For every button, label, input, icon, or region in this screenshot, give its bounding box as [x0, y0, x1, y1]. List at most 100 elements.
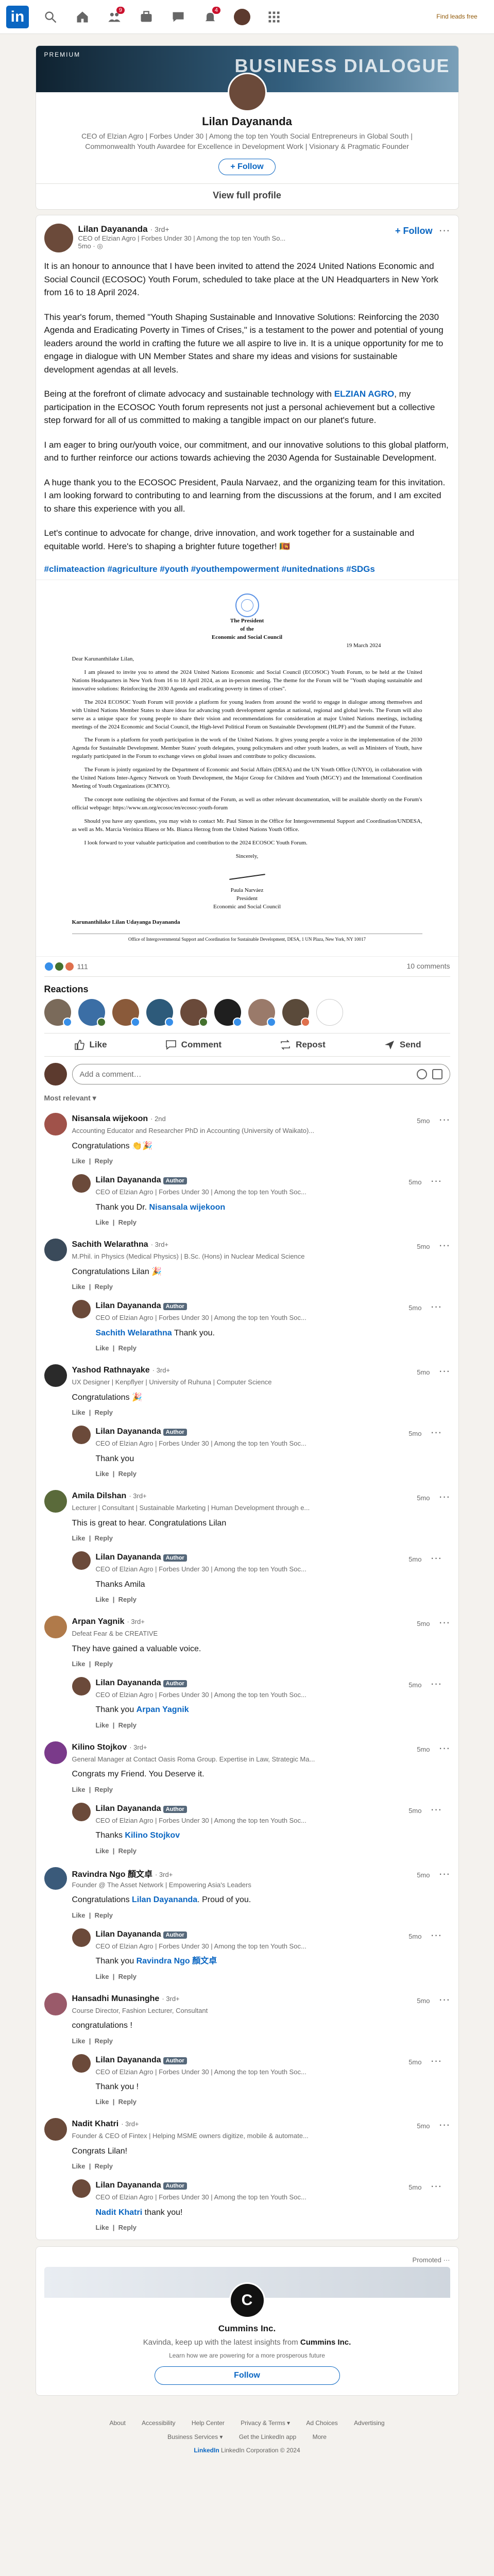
footer-link[interactable]: More [313, 2433, 327, 2441]
replier-name[interactable]: Lilan Dayananda [96, 2181, 161, 2190]
reply-like-button[interactable]: Like [96, 2098, 109, 2106]
comment-like-button[interactable]: Like [72, 1911, 86, 1919]
comment-reply-button[interactable]: Reply [95, 1283, 113, 1291]
post-follow-button[interactable]: + Follow [395, 226, 433, 236]
commenter-avatar[interactable] [44, 1113, 67, 1136]
profile-name[interactable]: Lilan Dayananda [36, 115, 458, 128]
jobs-icon[interactable] [136, 7, 157, 27]
mention-link[interactable]: Ravindra Ngo 顏文卓 [137, 1957, 217, 1965]
reply-reply-button[interactable]: Reply [118, 2098, 137, 2106]
reply-more-icon[interactable]: ··· [431, 1426, 442, 1438]
reply-more-icon[interactable]: ··· [431, 1928, 442, 1941]
commenter-avatar[interactable] [44, 2118, 67, 2141]
comment-like-button[interactable]: Like [72, 1534, 86, 1542]
promoted-label[interactable]: Promoted ··· [36, 2256, 458, 2264]
comment-reply-button[interactable]: Reply [95, 1660, 113, 1668]
reply-more-icon[interactable]: ··· [431, 1677, 442, 1690]
comment-more-icon[interactable]: ··· [439, 1490, 450, 1503]
replier-name[interactable]: Lilan Dayananda [96, 1553, 161, 1562]
reactor-avatar[interactable] [44, 999, 72, 1027]
reply-like-button[interactable]: Like [96, 2224, 109, 2231]
repost-button[interactable]: Repost [279, 1039, 326, 1051]
replier-avatar[interactable] [72, 1928, 91, 1947]
reactor-avatar[interactable] [112, 999, 140, 1027]
reactor-avatar[interactable] [180, 999, 208, 1027]
comment-button[interactable]: Comment [165, 1039, 222, 1051]
commenter-name[interactable]: Yashod Rathnayake [72, 1366, 150, 1375]
replier-avatar[interactable] [72, 1174, 91, 1193]
reply-like-button[interactable]: Like [96, 1973, 109, 1980]
find-leads-link[interactable]: Find leads free [426, 13, 488, 20]
mention-link[interactable]: Nadit Khatri [96, 2208, 143, 2217]
comment-more-icon[interactable]: ··· [439, 2118, 450, 2131]
comment-like-button[interactable]: Like [72, 1409, 86, 1416]
commenter-name[interactable]: Nadit Khatri [72, 2120, 119, 2128]
replier-name[interactable]: Lilan Dayananda [96, 1930, 161, 1939]
reply-reply-button[interactable]: Reply [118, 1218, 137, 1226]
footer-link[interactable]: Advertising [354, 2419, 384, 2427]
footer-link[interactable]: Business Services ▾ [167, 2433, 223, 2441]
commenter-avatar[interactable] [44, 1867, 67, 1890]
reply-reply-button[interactable]: Reply [118, 1973, 137, 1980]
comment-like-button[interactable]: Like [72, 1283, 86, 1291]
footer-link[interactable]: Help Center [192, 2419, 225, 2427]
comment-count[interactable]: 10 comments [406, 962, 450, 971]
invitation-letter-image[interactable]: The President of the Economic and Social… [36, 580, 458, 957]
commenter-name[interactable]: Arpan Yagnik [72, 1617, 125, 1626]
comment-reply-button[interactable]: Reply [95, 1409, 113, 1416]
reply-more-icon[interactable]: ··· [431, 1300, 442, 1313]
reply-like-button[interactable]: Like [96, 1596, 109, 1603]
reactor-avatar[interactable] [214, 999, 242, 1027]
comment-like-button[interactable]: Like [72, 1157, 86, 1165]
mention-link[interactable]: Lilan Dayananda [132, 1895, 197, 1904]
reply-like-button[interactable]: Like [96, 1470, 109, 1478]
comment-more-icon[interactable]: ··· [439, 1867, 450, 1880]
reply-reply-button[interactable]: Reply [118, 1344, 137, 1352]
mention-link[interactable]: Arpan Yagnik [137, 1705, 189, 1714]
replier-name[interactable]: Lilan Dayananda [96, 1427, 161, 1436]
commenter-avatar[interactable] [44, 1490, 67, 1513]
replier-avatar[interactable] [72, 2179, 91, 2198]
footer-link[interactable]: Get the LinkedIn app [239, 2433, 296, 2441]
comment-like-button[interactable]: Like [72, 1786, 86, 1793]
comment-reply-button[interactable]: Reply [95, 1157, 113, 1165]
reply-more-icon[interactable]: ··· [431, 2179, 442, 2192]
post-more-icon[interactable]: ··· [439, 224, 450, 236]
mention-link[interactable]: Sachith Welarathna [96, 1329, 172, 1337]
post-hashtags[interactable]: #climateaction #agriculture #youth #yout… [36, 564, 458, 580]
reactor-avatar[interactable] [146, 999, 174, 1027]
profile-avatar[interactable] [227, 73, 267, 112]
replier-name[interactable]: Lilan Dayananda [96, 2056, 161, 2064]
profile-follow-button[interactable]: + Follow [218, 159, 276, 176]
comment-reply-button[interactable]: Reply [95, 2162, 113, 2170]
comment-reply-button[interactable]: Reply [95, 1911, 113, 1919]
comment-more-icon[interactable]: ··· [439, 1364, 450, 1377]
footer-link[interactable]: Ad Choices [306, 2419, 337, 2427]
reply-reply-button[interactable]: Reply [118, 1596, 137, 1603]
home-icon[interactable] [72, 7, 93, 27]
send-button[interactable]: Send [383, 1039, 421, 1051]
replier-avatar[interactable] [72, 2054, 91, 2073]
comment-reply-button[interactable]: Reply [95, 2037, 113, 2045]
ad-follow-button[interactable]: Follow [154, 2366, 340, 2385]
comment-reply-button[interactable]: Reply [95, 1534, 113, 1542]
reply-like-button[interactable]: Like [96, 1847, 109, 1855]
comment-like-button[interactable]: Like [72, 1660, 86, 1668]
elzian-agro-link[interactable]: ELZIAN AGRO [334, 389, 394, 399]
comment-like-button[interactable]: Like [72, 2037, 86, 2045]
commenter-name[interactable]: Amila Dilshan [72, 1492, 127, 1500]
footer-link[interactable]: About [109, 2419, 125, 2427]
commenter-name[interactable]: Kilino Stojkov [72, 1743, 127, 1752]
commenter-avatar[interactable] [44, 1992, 67, 2015]
comment-like-button[interactable]: Like [72, 2162, 86, 2170]
comment-more-icon[interactable]: ··· [439, 1993, 450, 2006]
reactor-avatar[interactable] [282, 999, 310, 1027]
sort-comments-dropdown[interactable]: Most relevant ▾ [36, 1092, 458, 1109]
more-reactors-button[interactable] [316, 999, 343, 1026]
comment-reply-button[interactable]: Reply [95, 1786, 113, 1793]
footer-link[interactable]: Privacy & Terms ▾ [241, 2419, 290, 2427]
commenter-name[interactable]: Nisansala wijekoon [72, 1114, 148, 1123]
commenter-avatar[interactable] [44, 1239, 67, 1262]
like-button[interactable]: Like [73, 1039, 107, 1051]
apps-grid-icon[interactable] [264, 7, 284, 27]
